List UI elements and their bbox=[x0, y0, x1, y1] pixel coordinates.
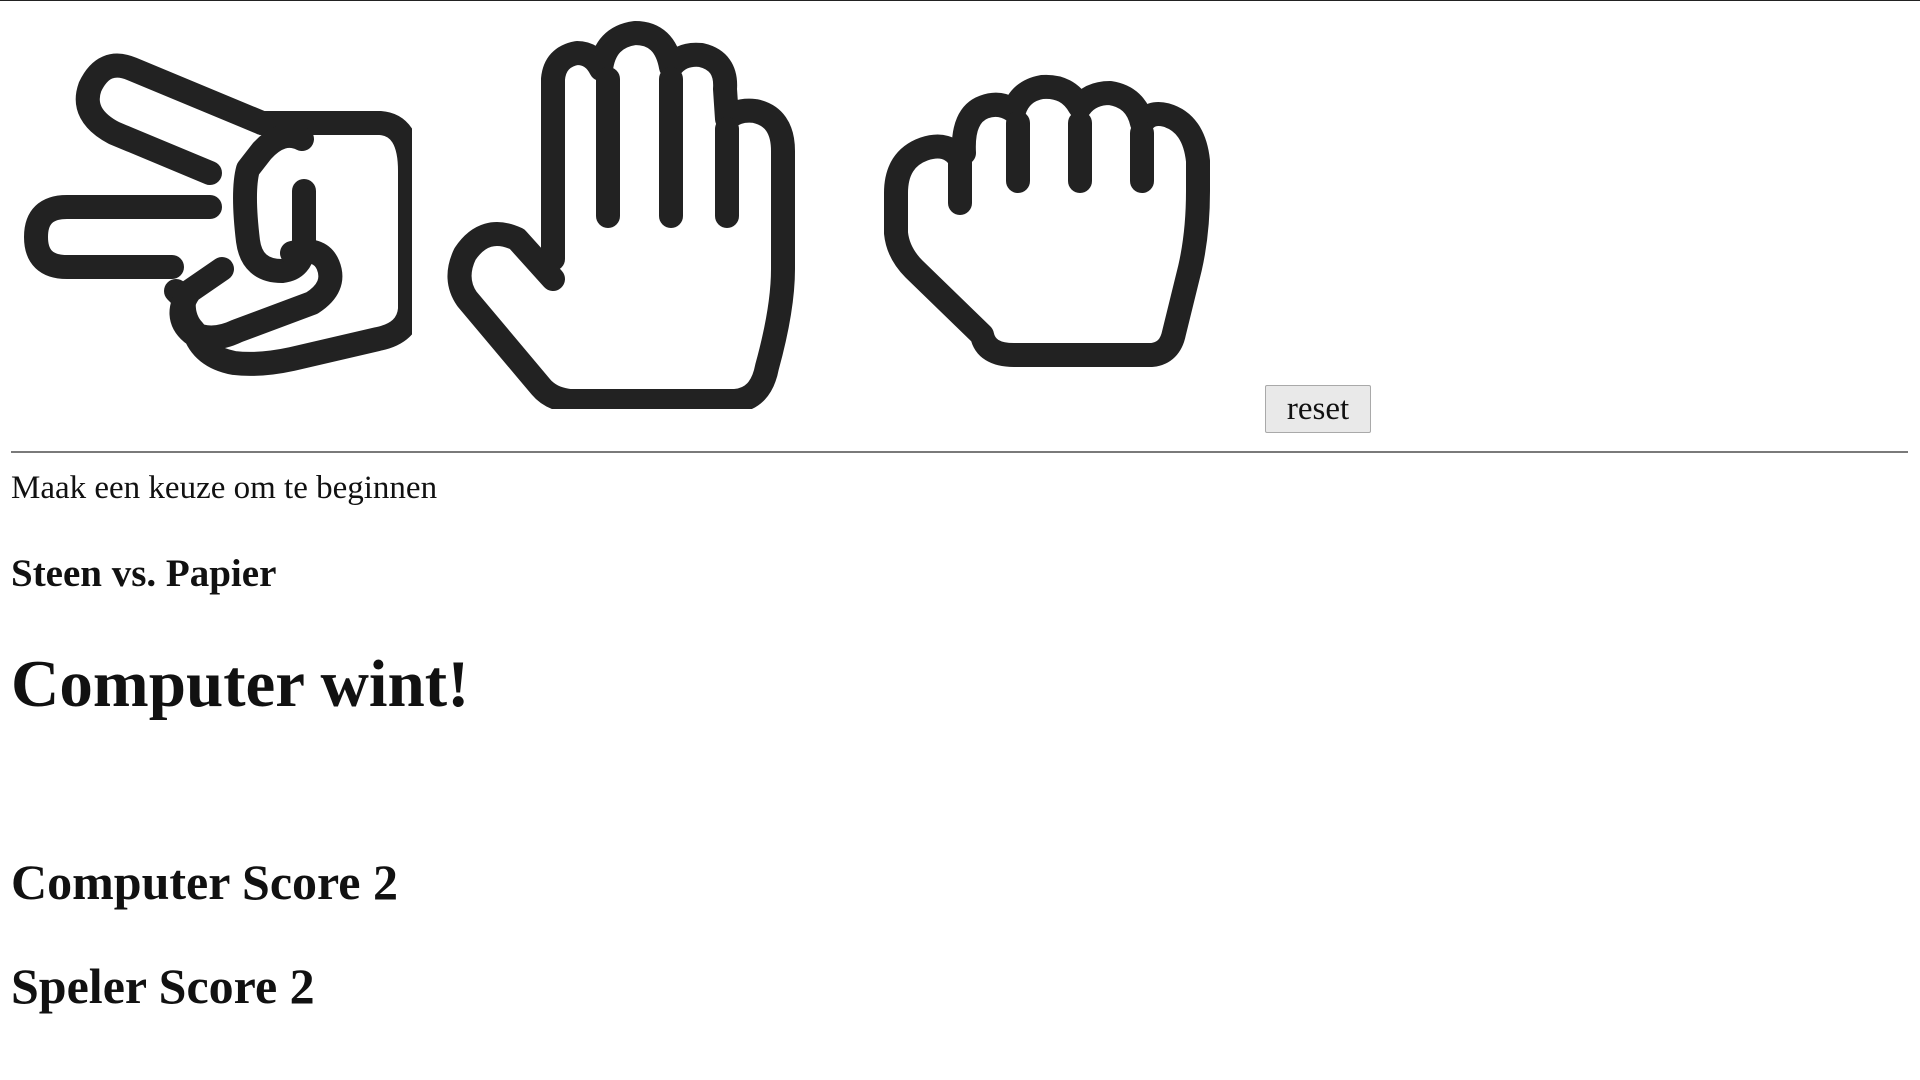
paper-hand-icon bbox=[447, 21, 795, 409]
paper-choice[interactable] bbox=[445, 19, 800, 409]
choices-row bbox=[0, 1, 1920, 451]
reset-button[interactable]: reset bbox=[1265, 385, 1371, 433]
computer-score: Computer Score 2 bbox=[11, 854, 398, 910]
scissors-choice[interactable] bbox=[22, 41, 412, 391]
rock-fist-icon bbox=[884, 74, 1210, 367]
divider bbox=[11, 451, 1908, 453]
status-message: Maak een keuze om te beginnen bbox=[11, 470, 438, 506]
result-heading: Computer wint! bbox=[11, 647, 470, 721]
matchup-heading: Steen vs. Papier bbox=[11, 552, 277, 595]
scissors-hand-icon bbox=[24, 53, 412, 376]
rock-choice[interactable] bbox=[880, 63, 1215, 373]
player-score: Speler Score 2 bbox=[11, 958, 315, 1014]
